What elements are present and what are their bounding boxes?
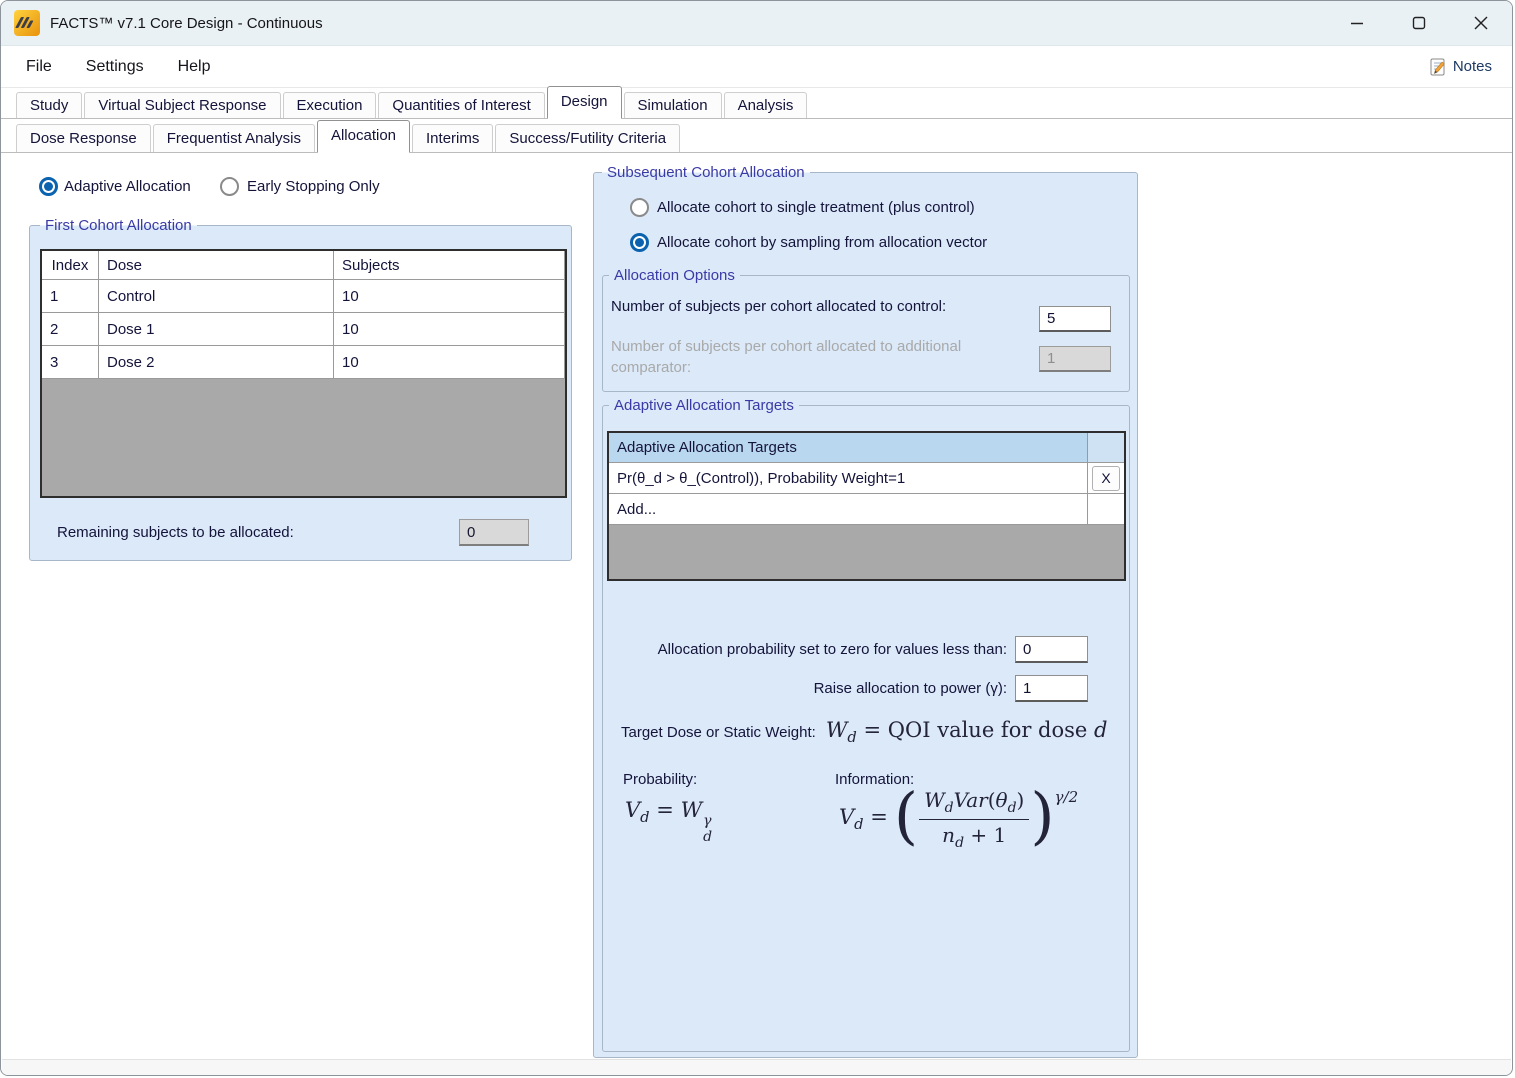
- table-cell-dose[interactable]: Dose 2: [99, 346, 334, 379]
- app-window: FACTS™ v7.1 Core Design - Continuous Fil…: [0, 0, 1513, 1076]
- adaptive-allocation-targets-group: Adaptive Allocation Targets Adaptive All…: [602, 405, 1130, 1052]
- tab-study[interactable]: Study: [16, 92, 82, 118]
- tab-analysis[interactable]: Analysis: [724, 92, 808, 118]
- formula-target-weight: Wd = QOI value for dose d: [826, 718, 1108, 746]
- allocation-options-group: Allocation Options Number of subjects pe…: [602, 275, 1130, 392]
- formula-probability: Vd = Wγd: [625, 798, 712, 844]
- minimize-icon: [1350, 16, 1364, 30]
- subsequent-cohort-allocation-group-title: Subsequent Cohort Allocation: [602, 163, 810, 182]
- maximize-icon: [1412, 16, 1426, 30]
- targets-table-header-corner: [1087, 433, 1124, 463]
- control-subjects-input[interactable]: [1039, 306, 1111, 332]
- power-gamma-input[interactable]: [1015, 675, 1088, 702]
- remaining-subjects-label: Remaining subjects to be allocated:: [57, 524, 294, 541]
- menu-bar: File Settings Help Notes: [1, 46, 1512, 88]
- open-paren: (: [894, 790, 918, 843]
- adaptive-targets-table: Adaptive Allocation Targets Pr(θ_d > θ_(…: [607, 431, 1126, 581]
- window-title: FACTS™ v7.1 Core Design - Continuous: [50, 15, 323, 32]
- table-cell-index[interactable]: 3: [42, 346, 99, 379]
- tab-quantities-of-interest[interactable]: Quantities of Interest: [378, 92, 544, 118]
- tab-dose-response[interactable]: Dose Response: [16, 124, 151, 152]
- single-treatment-radio-label[interactable]: Allocate cohort to single treatment (plu…: [657, 199, 975, 216]
- early-stopping-only-radio-label[interactable]: Early Stopping Only: [247, 178, 380, 195]
- menu-file[interactable]: File: [26, 58, 52, 76]
- target-row-actions: X: [1087, 463, 1124, 494]
- notes-icon: [1428, 57, 1448, 77]
- window-bottom-edge: [2, 1059, 1511, 1076]
- menu-settings[interactable]: Settings: [86, 58, 144, 76]
- column-header-subjects: Subjects: [334, 251, 565, 280]
- remaining-subjects-input: [459, 519, 529, 546]
- sub-tab-strip: Dose Response Frequentist Analysis Alloc…: [1, 119, 1512, 153]
- first-cohort-table: Index Dose Subjects 1 Control 10 2 Dose …: [40, 249, 567, 498]
- table-cell-subjects[interactable]: 10: [334, 313, 565, 346]
- target-row[interactable]: Pr(θ_d > θ_(Control)), Probability Weigh…: [609, 463, 1087, 494]
- comparator-subjects-label: Number of subjects per cohort allocated …: [611, 336, 1001, 378]
- sampling-vector-radio[interactable]: [630, 233, 649, 252]
- tab-simulation[interactable]: Simulation: [624, 92, 722, 118]
- zero-threshold-label: Allocation probability set to zero for v…: [603, 641, 1007, 658]
- power-gamma-label: Raise allocation to power (γ):: [603, 680, 1007, 697]
- table-empty-area: [609, 525, 1124, 579]
- menu-help[interactable]: Help: [178, 58, 211, 76]
- adaptive-allocation-radio-label[interactable]: Adaptive Allocation: [64, 178, 191, 195]
- notes-label: Notes: [1453, 58, 1492, 75]
- close-paren: ): [1030, 790, 1054, 843]
- close-button[interactable]: [1450, 1, 1512, 45]
- close-icon: [1474, 16, 1488, 30]
- tab-frequentist-analysis[interactable]: Frequentist Analysis: [153, 124, 315, 152]
- formula-information: Vd = ( WdVar(θd) nd + 1 ) γ/2: [839, 788, 1078, 851]
- sampling-vector-radio-label[interactable]: Allocate cohort by sampling from allocat…: [657, 234, 987, 251]
- tab-allocation[interactable]: Allocation: [317, 120, 410, 153]
- adaptive-allocation-radio[interactable]: [39, 177, 58, 196]
- comparator-subjects-input: [1039, 346, 1111, 372]
- single-treatment-radio[interactable]: [630, 198, 649, 217]
- add-target-row-actions: [1087, 494, 1124, 525]
- first-cohort-allocation-group-title: First Cohort Allocation: [40, 216, 197, 235]
- column-header-dose: Dose: [99, 251, 334, 280]
- main-tab-strip: Study Virtual Subject Response Execution…: [1, 88, 1512, 119]
- notes-button[interactable]: Notes: [1428, 57, 1492, 77]
- minimize-button[interactable]: [1326, 1, 1388, 45]
- table-cell-subjects[interactable]: 10: [334, 280, 565, 313]
- first-cohort-allocation-group: First Cohort Allocation Index Dose Subje…: [29, 225, 572, 561]
- table-cell-index[interactable]: 2: [42, 313, 99, 346]
- probability-label: Probability:: [623, 771, 697, 788]
- allocation-page: Adaptive Allocation Early Stopping Only …: [1, 1, 1512, 1075]
- zero-threshold-input[interactable]: [1015, 636, 1088, 663]
- target-weight-label: Target Dose or Static Weight:: [621, 724, 816, 741]
- table-cell-index[interactable]: 1: [42, 280, 99, 313]
- table-cell-dose[interactable]: Control: [99, 280, 334, 313]
- table-cell-dose[interactable]: Dose 1: [99, 313, 334, 346]
- tab-interims[interactable]: Interims: [412, 124, 493, 152]
- tab-execution[interactable]: Execution: [283, 92, 377, 118]
- table-empty-area: [42, 379, 565, 496]
- allocation-options-group-title: Allocation Options: [609, 266, 740, 285]
- column-header-index: Index: [42, 251, 99, 280]
- table-cell-subjects[interactable]: 10: [334, 346, 565, 379]
- remove-target-button[interactable]: X: [1092, 466, 1120, 491]
- maximize-button[interactable]: [1388, 1, 1450, 45]
- early-stopping-only-radio[interactable]: [220, 177, 239, 196]
- tab-design[interactable]: Design: [547, 86, 622, 119]
- subsequent-cohort-allocation-group: Subsequent Cohort Allocation Allocate co…: [593, 172, 1138, 1058]
- targets-table-header: Adaptive Allocation Targets: [609, 433, 1087, 463]
- title-bar: FACTS™ v7.1 Core Design - Continuous: [1, 1, 1512, 46]
- app-logo-icon: [14, 10, 40, 36]
- tab-success-futility-criteria[interactable]: Success/Futility Criteria: [495, 124, 680, 152]
- add-target-row[interactable]: Add...: [609, 494, 1087, 525]
- tab-virtual-subject-response[interactable]: Virtual Subject Response: [84, 92, 280, 118]
- target-weight-row: Target Dose or Static Weight: Wd = QOI v…: [621, 718, 1108, 746]
- control-subjects-label: Number of subjects per cohort allocated …: [611, 298, 946, 315]
- adaptive-allocation-targets-group-title: Adaptive Allocation Targets: [609, 396, 799, 415]
